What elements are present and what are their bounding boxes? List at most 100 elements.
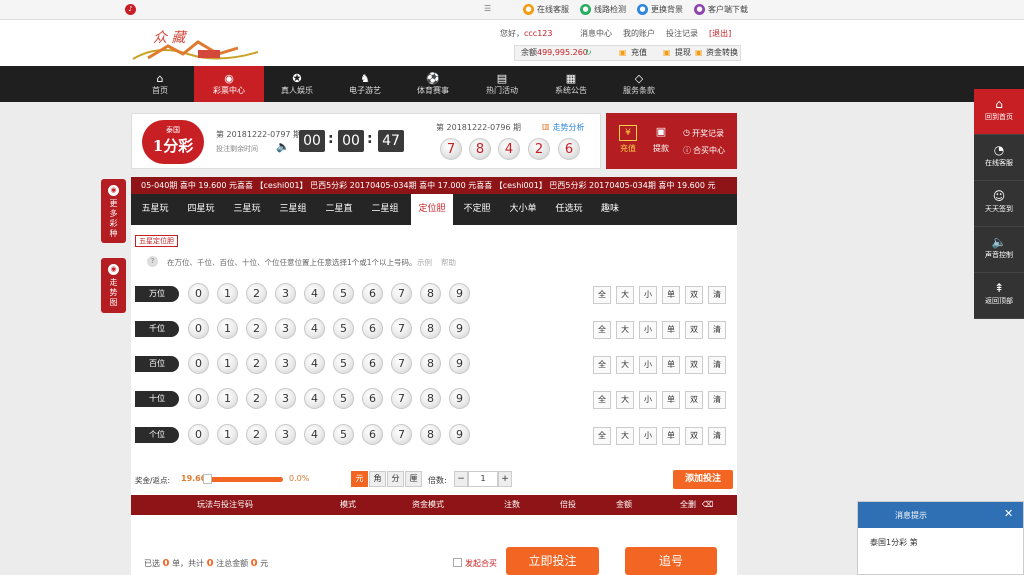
- quick-all-button[interactable]: 全: [593, 286, 611, 304]
- quick-odd-button[interactable]: 单: [662, 427, 680, 445]
- digit-ball-qian-3[interactable]: 3: [275, 318, 296, 339]
- quick-odd-button[interactable]: 单: [662, 356, 680, 374]
- nav-lottery[interactable]: ◉ 彩票中心: [194, 66, 264, 102]
- quick-clear-button[interactable]: 清: [708, 391, 726, 409]
- quick-big-button[interactable]: 大: [616, 356, 634, 374]
- more-lottery-button[interactable]: ◉ 更多彩种: [101, 179, 126, 243]
- draw-record-link[interactable]: ◷ 开奖记录: [683, 128, 724, 139]
- online-service-button[interactable]: ◔ 在线客服: [974, 135, 1024, 181]
- digit-ball-bai-5[interactable]: 5: [333, 353, 354, 374]
- quick-big-button[interactable]: 大: [616, 391, 634, 409]
- digit-ball-ge-3[interactable]: 3: [275, 424, 296, 445]
- tab-position[interactable]: 定位胆: [411, 194, 453, 225]
- digit-ball-bai-9[interactable]: 9: [449, 353, 470, 374]
- digit-ball-qian-2[interactable]: 2: [246, 318, 267, 339]
- digit-ball-wan-4[interactable]: 4: [304, 283, 325, 304]
- tab-two-star-group[interactable]: 二星组: [365, 194, 405, 225]
- tab-five-star[interactable]: 五星玩: [135, 194, 175, 225]
- close-icon[interactable]: ✕: [1004, 507, 1013, 520]
- quick-big-button[interactable]: 大: [616, 286, 634, 304]
- tab-two-star-direct[interactable]: 二星直: [319, 194, 359, 225]
- sound-icon[interactable]: ♪: [125, 4, 136, 15]
- quick-all-button[interactable]: 全: [593, 427, 611, 445]
- digit-ball-wan-1[interactable]: 1: [217, 283, 238, 304]
- help-link[interactable]: 帮助: [441, 257, 456, 268]
- group-buy-center-link[interactable]: ⓘ 合买中心: [683, 145, 725, 156]
- multiple-input[interactable]: 1: [468, 471, 498, 487]
- digit-ball-wan-9[interactable]: 9: [449, 283, 470, 304]
- digit-ball-wan-7[interactable]: 7: [391, 283, 412, 304]
- digit-ball-ge-9[interactable]: 9: [449, 424, 470, 445]
- quick-small-button[interactable]: 小: [639, 321, 657, 339]
- quick-odd-button[interactable]: 单: [662, 321, 680, 339]
- digit-ball-ge-7[interactable]: 7: [391, 424, 412, 445]
- digit-ball-shi-3[interactable]: 3: [275, 388, 296, 409]
- digit-ball-wan-0[interactable]: 0: [188, 283, 209, 304]
- digit-ball-wan-2[interactable]: 2: [246, 283, 267, 304]
- example-link[interactable]: 示例: [417, 257, 432, 268]
- tab-any-choice[interactable]: 任选玩: [549, 194, 589, 225]
- quick-even-button[interactable]: 双: [685, 321, 703, 339]
- digit-ball-bai-6[interactable]: 6: [362, 353, 383, 374]
- nav-promotions[interactable]: ▤ 热门活动: [467, 66, 537, 102]
- nav-sports[interactable]: ⚽ 体育赛事: [398, 66, 468, 102]
- line-check-link[interactable]: ● 线路检测: [580, 4, 626, 15]
- digit-ball-qian-1[interactable]: 1: [217, 318, 238, 339]
- tab-three-star[interactable]: 三星玩: [227, 194, 267, 225]
- quick-small-button[interactable]: 小: [639, 391, 657, 409]
- digit-ball-bai-1[interactable]: 1: [217, 353, 238, 374]
- digit-ball-shi-1[interactable]: 1: [217, 388, 238, 409]
- recharge-button[interactable]: ¥ 充值: [619, 125, 637, 154]
- digit-ball-ge-8[interactable]: 8: [420, 424, 441, 445]
- unit-li[interactable]: 厘: [405, 471, 422, 487]
- back-top-button[interactable]: ⇞ 返回顶部: [974, 273, 1024, 319]
- change-bg-link[interactable]: ● 更换背景: [637, 4, 683, 15]
- transfer-link[interactable]: 资金转换: [706, 46, 738, 60]
- back-home-button[interactable]: ⌂ 回到首页: [974, 89, 1024, 135]
- logout-link[interactable]: [退出]: [709, 28, 731, 39]
- digit-ball-bai-2[interactable]: 2: [246, 353, 267, 374]
- add-bet-button[interactable]: 添加投注: [673, 470, 733, 489]
- online-service-link[interactable]: ● 在线客服: [523, 4, 569, 15]
- unit-fen[interactable]: 分: [387, 471, 404, 487]
- digit-ball-wan-6[interactable]: 6: [362, 283, 383, 304]
- withdraw-button[interactable]: ▣ 提款: [652, 125, 670, 154]
- digit-ball-ge-2[interactable]: 2: [246, 424, 267, 445]
- digit-ball-ge-4[interactable]: 4: [304, 424, 325, 445]
- message-center-link[interactable]: 消息中心: [580, 28, 612, 39]
- rebate-slider[interactable]: [205, 477, 283, 482]
- quick-big-button[interactable]: 大: [616, 427, 634, 445]
- group-buy-checkbox[interactable]: [453, 558, 462, 567]
- digit-ball-shi-8[interactable]: 8: [420, 388, 441, 409]
- digit-ball-shi-5[interactable]: 5: [333, 388, 354, 409]
- tab-three-star-group[interactable]: 三星组: [273, 194, 313, 225]
- nav-games[interactable]: ♞ 电子游艺: [330, 66, 400, 102]
- quick-clear-button[interactable]: 清: [708, 321, 726, 339]
- digit-ball-qian-5[interactable]: 5: [333, 318, 354, 339]
- tab-unpositioned[interactable]: 不定胆: [457, 194, 497, 225]
- digit-ball-qian-6[interactable]: 6: [362, 318, 383, 339]
- digit-ball-shi-0[interactable]: 0: [188, 388, 209, 409]
- quick-small-button[interactable]: 小: [639, 427, 657, 445]
- sub-play-tag[interactable]: 五星定位胆: [135, 235, 178, 247]
- quick-odd-button[interactable]: 单: [662, 391, 680, 409]
- bet-now-button[interactable]: 立即投注: [506, 547, 599, 575]
- client-download-link[interactable]: ● 客户端下载: [694, 4, 748, 15]
- digit-ball-qian-4[interactable]: 4: [304, 318, 325, 339]
- quick-even-button[interactable]: 双: [685, 356, 703, 374]
- quick-odd-button[interactable]: 单: [662, 286, 680, 304]
- quick-clear-button[interactable]: 清: [708, 286, 726, 304]
- nav-terms[interactable]: ◇ 服务条款: [604, 66, 674, 102]
- quick-even-button[interactable]: 双: [685, 391, 703, 409]
- delete-all-button[interactable]: 全删: [680, 495, 696, 515]
- digit-ball-ge-6[interactable]: 6: [362, 424, 383, 445]
- tab-big-small[interactable]: 大小单: [503, 194, 543, 225]
- nav-home[interactable]: ⌂ 首页: [125, 66, 195, 102]
- digit-ball-shi-2[interactable]: 2: [246, 388, 267, 409]
- digit-ball-bai-3[interactable]: 3: [275, 353, 296, 374]
- digit-ball-ge-5[interactable]: 5: [333, 424, 354, 445]
- quick-clear-button[interactable]: 清: [708, 356, 726, 374]
- multiple-minus-button[interactable]: −: [454, 471, 468, 487]
- quick-even-button[interactable]: 双: [685, 286, 703, 304]
- speaker-icon[interactable]: 🔈: [276, 140, 290, 153]
